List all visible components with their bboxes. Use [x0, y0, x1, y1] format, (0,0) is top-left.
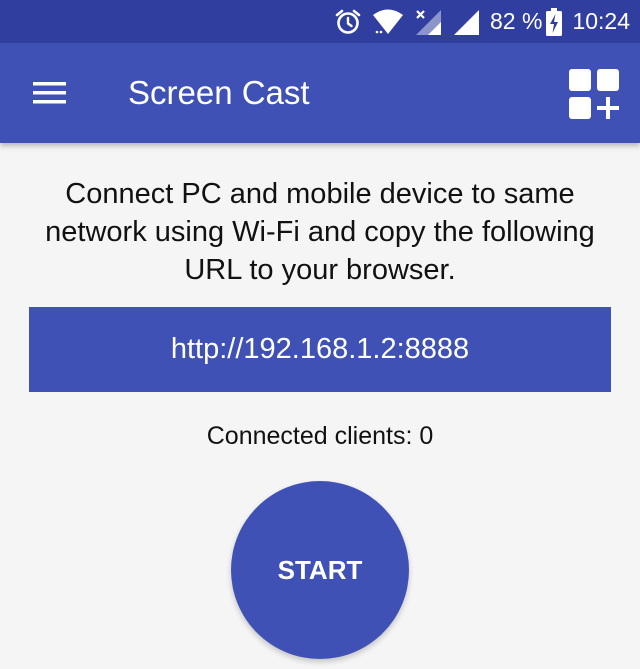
server-url[interactable]: http://192.168.1.2:8888	[171, 333, 469, 366]
alarm-icon	[334, 8, 362, 36]
app-bar: Screen Cast	[0, 43, 640, 143]
battery-indicator: 82 %	[490, 0, 563, 43]
status-time: 10:24	[572, 8, 630, 34]
battery-charging-icon	[546, 7, 563, 36]
signal-icon	[452, 8, 480, 36]
hamburger-menu-icon	[33, 82, 66, 104]
status-icons: 82 % 10:24	[334, 0, 630, 43]
connected-clients-label: Connected clients: 0	[206, 422, 434, 450]
start-button[interactable]: START	[231, 481, 409, 659]
battery-percent: 82 %	[490, 8, 543, 34]
start-button-label: START	[277, 554, 363, 585]
signal-no-sim-icon	[414, 8, 442, 36]
instructions-text: Connect PC and mobile device to same net…	[45, 178, 595, 286]
wifi-icon	[372, 8, 404, 36]
app-title: Screen Cast	[128, 74, 310, 111]
add-widget-icon	[569, 69, 619, 119]
status-bar: 82 % 10:24	[0, 0, 640, 43]
menu-button[interactable]	[24, 73, 76, 113]
add-widget-button[interactable]	[568, 68, 620, 120]
server-url-box[interactable]: http://192.168.1.2:8888	[29, 307, 611, 392]
